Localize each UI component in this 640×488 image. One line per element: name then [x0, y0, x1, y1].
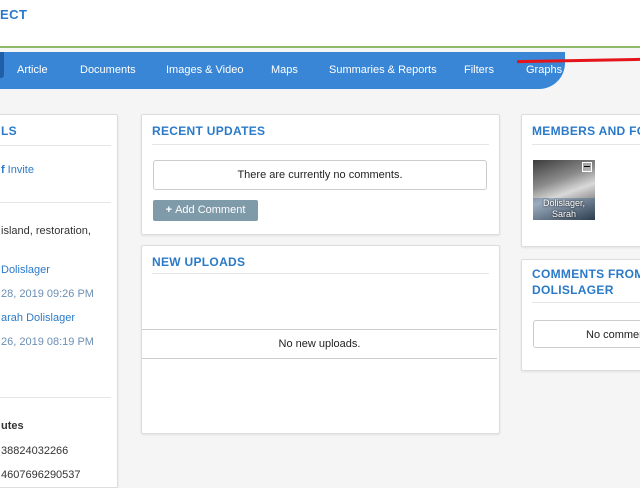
- attributes-rule: [0, 397, 111, 398]
- header-bar: ECT: [0, 0, 640, 46]
- members-followers-rule: [532, 144, 640, 145]
- recent-updates-rule: [152, 144, 489, 145]
- recent-updates-panel: RECENT UPDATES There are currently no co…: [141, 114, 500, 235]
- plus-icon: +: [165, 204, 173, 216]
- nav-tab-filters[interactable]: Filters: [464, 52, 494, 89]
- invite-link[interactable]: f Invite: [1, 164, 34, 176]
- comments-from-title-line2: DOLISLAGER: [532, 283, 614, 297]
- tags-text: island, restoration,: [1, 225, 91, 237]
- project-title[interactable]: ECT: [0, 7, 28, 22]
- creator-link[interactable]: Dolislager: [1, 264, 50, 276]
- facebook-icon: f: [1, 164, 5, 176]
- add-comment-button[interactable]: + Add Comment: [153, 200, 258, 221]
- recent-updates-title: RECENT UPDATES: [152, 124, 266, 138]
- details-panel-title: LS: [1, 124, 17, 138]
- add-comment-label: Add Comment: [175, 204, 246, 216]
- member-toggle-icon[interactable]: [582, 162, 592, 172]
- comments-from-panel: COMMENTS FROM S DOLISLAGER No commer: [521, 259, 640, 371]
- nav-tab-images-video[interactable]: Images & Video: [166, 52, 243, 89]
- member-avatar[interactable]: Dolislager, Sarah: [533, 160, 595, 220]
- nav-left-tab[interactable]: [0, 52, 4, 78]
- comments-from-title-line1: COMMENTS FROM S: [532, 267, 640, 281]
- invite-rule: [0, 202, 111, 203]
- no-comments-from-message: No commer: [533, 320, 640, 348]
- details-panel-rule: [0, 145, 111, 146]
- modifier-link[interactable]: arah Dolislager: [1, 312, 75, 324]
- invite-label: Invite: [7, 164, 34, 176]
- attribute-value-2: 4607696290537: [1, 469, 81, 481]
- nav-tab-article[interactable]: Article: [17, 52, 48, 89]
- no-comments-message: There are currently no comments.: [153, 160, 487, 190]
- nav-tab-summaries-reports[interactable]: Summaries & Reports: [329, 52, 437, 89]
- new-uploads-title: NEW UPLOADS: [152, 255, 246, 269]
- no-uploads-message: No new uploads.: [142, 329, 497, 359]
- new-uploads-panel: NEW UPLOADS No new uploads.: [141, 245, 500, 434]
- nav-tab-maps[interactable]: Maps: [271, 52, 298, 89]
- project-details-panel: LS f Invite island, restoration, Dolislag…: [0, 114, 118, 488]
- attributes-heading: utes: [1, 420, 24, 432]
- header-divider: [0, 46, 640, 48]
- project-nav-bar: Article Documents Images & Video Maps Su…: [0, 52, 565, 89]
- nav-tab-graphs[interactable]: Graphs: [526, 52, 562, 89]
- comments-from-rule: [532, 302, 640, 303]
- new-uploads-rule: [152, 273, 489, 274]
- created-date: 28, 2019 09:26 PM: [1, 288, 94, 300]
- modified-date: 26, 2019 08:19 PM: [1, 336, 94, 348]
- nav-tab-documents[interactable]: Documents: [80, 52, 136, 89]
- member-name: Dolislager, Sarah: [533, 198, 595, 220]
- members-followers-title: MEMBERS AND FOL: [532, 124, 640, 138]
- attribute-value-1: 38824032266: [1, 445, 69, 457]
